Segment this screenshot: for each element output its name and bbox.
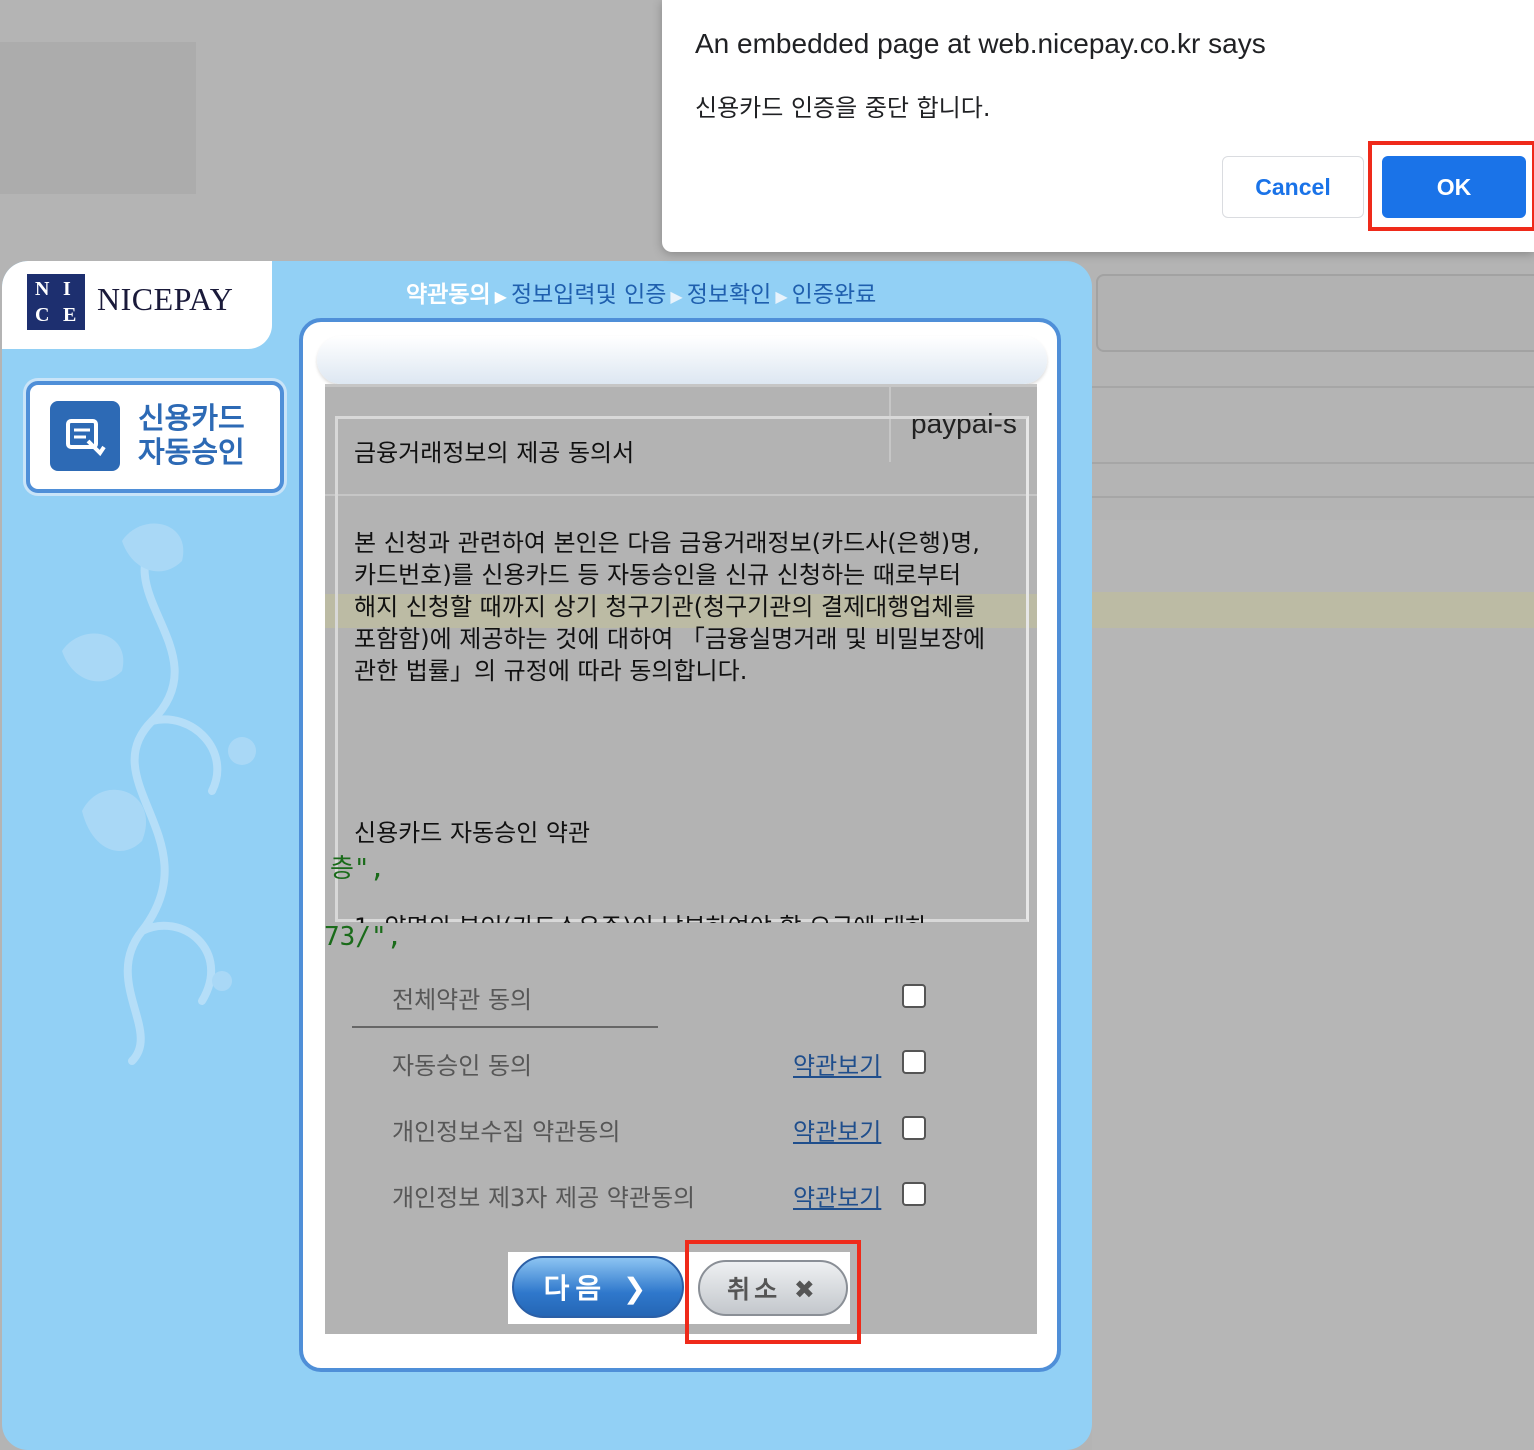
- view-terms-link-third-party[interactable]: 약관보기: [793, 1178, 881, 1213]
- view-terms-link-autopay[interactable]: 약관보기: [793, 1046, 881, 1081]
- agree-all-label: 전체약관 동의: [392, 986, 533, 1014]
- step-arrow-icon: ▶: [775, 287, 788, 306]
- agree-all-checkbox[interactable]: [902, 984, 926, 1008]
- nicepay-logo-text: NICEPAY: [97, 281, 234, 317]
- step-confirm: 정보확인: [686, 282, 772, 308]
- background-code-text: 층",: [330, 854, 386, 884]
- alert-title: An embedded page at web.nicepay.co.kr sa…: [695, 28, 1266, 59]
- view-terms-link-privacy[interactable]: 약관보기: [793, 1112, 881, 1147]
- alert-dialog: An embedded page at web.nicepay.co.kr sa…: [662, 0, 1534, 252]
- step-complete: 인증완료: [791, 282, 877, 308]
- agree-privacy-checkbox[interactable]: [902, 1116, 926, 1140]
- next-button-frame: 다음 ❯: [508, 1252, 688, 1324]
- terms-header-bar: [317, 336, 1047, 384]
- background-right-area: [1092, 520, 1534, 1450]
- alert-message: 신용카드 인증을 중단 합니다.: [695, 94, 991, 122]
- background-code-text: 73/",: [324, 922, 403, 952]
- card-document-icon: [50, 401, 120, 471]
- ok-highlight-box: [1368, 141, 1534, 231]
- step-agree: 약관동의: [406, 282, 491, 308]
- agree-third-party-label: 개인정보 제3자 제공 약관동의: [392, 1184, 696, 1212]
- step-arrow-icon: ▶: [494, 287, 507, 306]
- agree-autopay-label: 자동승인 동의: [392, 1052, 533, 1080]
- card-badge-title: 신용카드 자동승인: [138, 401, 245, 469]
- step-arrow-icon: ▶: [670, 287, 683, 306]
- terms-body: 본 신청과 관련하여 본인은 다음 금융거래정보(카드사(은행)명, 카드번호)…: [354, 529, 986, 685]
- agree-third-party-checkbox[interactable]: [902, 1182, 926, 1206]
- terms-scroll-box[interactable]: 금융거래정보의 제공 동의서 본 신청과 관련하여 본인은 다음 금융거래정보(…: [335, 416, 1029, 923]
- nicepay-logo-mark: N I C E: [27, 274, 85, 330]
- background-divider: [1092, 496, 1534, 498]
- agree-privacy-label: 개인정보수집 약관동의: [392, 1118, 621, 1146]
- background-divider: [1092, 462, 1534, 464]
- terms-title: 금융거래정보의 제공 동의서: [354, 439, 635, 467]
- decorative-floral-icon: [62, 523, 256, 1065]
- step-input-auth: 정보입력및 인증: [510, 282, 667, 308]
- nicepay-logo-area: N I C E NICEPAY: [2, 261, 272, 349]
- cancel-highlight-box: [685, 1240, 861, 1344]
- next-button[interactable]: 다음 ❯: [512, 1256, 684, 1318]
- background-divider: [1092, 386, 1534, 388]
- background-highlight-band: [1092, 592, 1534, 628]
- background-input-box: [1096, 274, 1534, 352]
- step-indicator: 약관동의 ▶ 정보입력및 인증 ▶ 정보확인 ▶ 인증완료: [406, 275, 876, 309]
- terms-panel: paypai-s 금융거래정보의 제공 동의서 본 신청과 관련하여 본인은 다…: [299, 318, 1061, 1372]
- background-block: [0, 42, 196, 194]
- terms-cut-line: 1. 약면의 본인(카드소유주)이 납부하여야 할 요금에 대하: [354, 907, 927, 923]
- alert-cancel-button[interactable]: Cancel: [1222, 156, 1364, 218]
- terms-subtitle: 신용카드 자동승인 약관: [354, 819, 591, 847]
- agree-autopay-checkbox[interactable]: [902, 1050, 926, 1074]
- card-autopay-badge: 신용카드 자동승인: [26, 381, 284, 493]
- agree-divider: [352, 1026, 658, 1028]
